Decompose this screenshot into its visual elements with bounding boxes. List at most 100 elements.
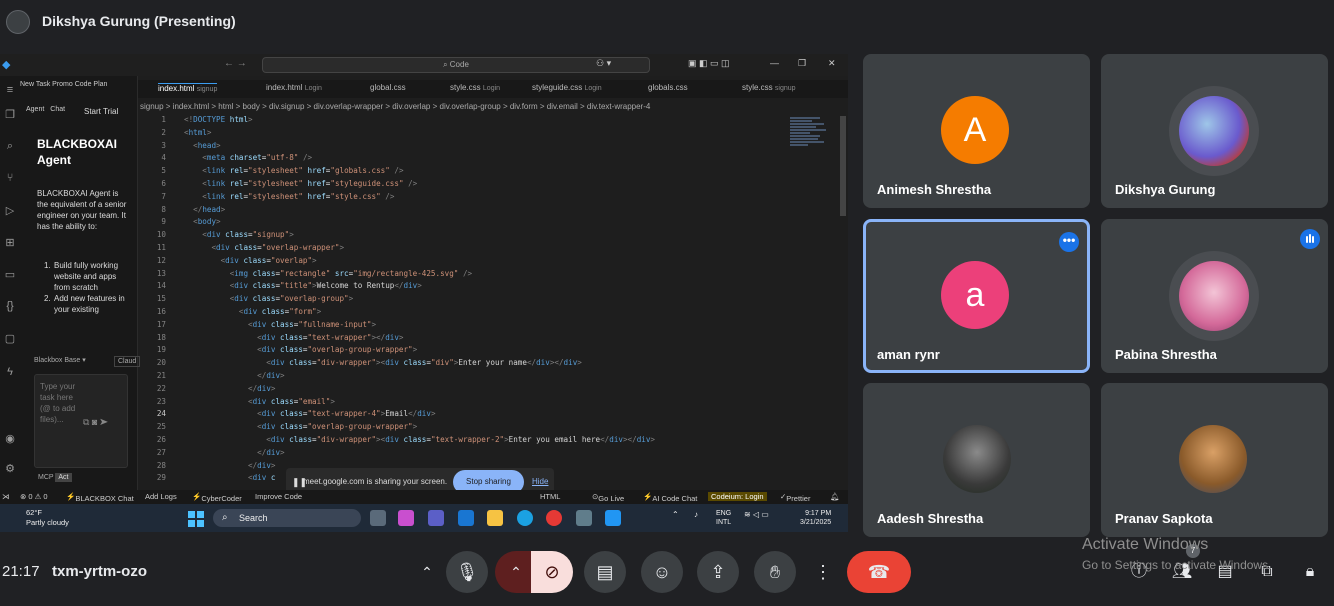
weather-widget: 62°F Partly cloudy: [6, 508, 69, 528]
meeting-code: txm-yrtm-ozo: [52, 563, 148, 580]
initial-avatar: a: [941, 261, 1009, 329]
system-clock: 9:17 PM 3/21/2025: [800, 509, 831, 527]
agent-description: BLACKBOXAI Agent is the equivalent of a …: [37, 189, 127, 231]
editor-tab-label: globals.css: [648, 83, 688, 92]
raise-hand-button[interactable]: ✋︎: [754, 551, 796, 593]
code-line: 21 </div>: [156, 371, 285, 380]
avatar: [1179, 425, 1247, 493]
participant-name: Dikshya Gurung: [1115, 182, 1216, 197]
editor-tab-sub: Login: [482, 85, 501, 92]
participant-tile[interactable]: A Animesh Shrestha: [863, 54, 1090, 208]
editor-tab: global.css: [370, 83, 406, 92]
nav-arrows-icon: ← →: [224, 58, 247, 69]
restore-icon: ❐: [798, 58, 807, 68]
language-mode: HTML: [540, 492, 561, 501]
mic-tray-icon: ♪: [694, 510, 698, 519]
extensions-icon: ⊞: [5, 237, 15, 249]
participant-tile[interactable]: Pranav Sapkota: [1101, 383, 1328, 537]
captions-button[interactable]: ▤: [584, 551, 626, 593]
editor-tab-label: styleguide.css: [532, 83, 583, 92]
windows-taskbar: 62°F Partly cloudy ⌕ Search ⌃ ♪ ENG INTL …: [0, 504, 848, 532]
go-live-label: Go Live: [598, 494, 625, 503]
copilot-app-icon: [398, 510, 414, 526]
code-line: 7 <link rel="stylesheet" href="style.css…: [161, 191, 395, 201]
chrome-icon: [546, 510, 562, 526]
run-debug-icon: ▷: [5, 205, 15, 217]
participant-tile[interactable]: Dikshya Gurung: [1101, 54, 1328, 208]
task-input-placeholder: Type your task here (@ to add files)...: [40, 382, 76, 424]
vscode-app-icon: [605, 510, 621, 526]
avatar: [1179, 96, 1249, 166]
present-screen-button[interactable]: ⇪: [697, 551, 739, 593]
codeium-status: Codeium: Login: [708, 492, 767, 501]
camera-off-button[interactable]: ⊘: [531, 551, 573, 593]
list-text: Build fully working website and apps fro…: [54, 261, 119, 292]
activity-bar: ≡ ❐ ⌕ ⑂ ▷ ⊞ ▭ {} ▢ ϟ ◉ ⚙: [0, 76, 20, 490]
mail-icon: [458, 510, 474, 526]
list-text: Add new features in your existing: [54, 294, 125, 314]
agent-tab: Agent: [26, 106, 45, 113]
code-line: 13 <img class="rectangle" src="img/recta…: [156, 268, 473, 278]
code-line: 2 <html>: [161, 127, 212, 137]
participant-tile[interactable]: Aadesh Shrestha: [863, 383, 1090, 537]
code-line: 19 <div class="overlap-group-wrapper">: [156, 345, 418, 355]
participant-tile[interactable]: ••• a aman rynr: [863, 219, 1090, 373]
participant-tile[interactable]: Pabina Shrestha: [1101, 219, 1328, 373]
layout-icons: ▣ ◧ ▭ ◫: [688, 58, 730, 68]
command-search-label: Code: [449, 60, 469, 69]
lang-line-2: INTL: [716, 519, 732, 526]
mic-button[interactable]: 🎙︎: [446, 551, 488, 593]
code-line: 25 <div class="overlap-group-wrapper">: [156, 422, 418, 432]
participant-name: Pranav Sapkota: [1115, 511, 1213, 526]
share-message: meet.google.com is sharing your screen.: [303, 477, 448, 486]
editor-tab: style.css Login: [450, 83, 500, 92]
agent-task-input: Type your task here (@ to add files)... …: [34, 374, 128, 468]
code-line: 12 <div class="overlap">: [156, 255, 317, 265]
list-item: 2. Add new features in your existing: [44, 293, 126, 315]
emoji-reactions-button[interactable]: ☺: [641, 551, 683, 593]
cybercoder-label: CyberCoder: [201, 494, 242, 503]
code-line: 8 </head>: [161, 204, 226, 214]
close-icon: ✕: [828, 58, 836, 68]
edge-icon: [517, 510, 533, 526]
avatar: [943, 425, 1011, 493]
weather-text: Partly cloudy: [26, 518, 69, 527]
search-icon: ⌕: [222, 512, 228, 523]
hide-link[interactable]: Hide: [532, 477, 548, 486]
code-line: 16 <div class="form">: [156, 307, 322, 316]
prettier-label: Prettier: [786, 494, 811, 503]
list-item: 1. Build fully working website and apps f…: [44, 260, 126, 293]
code-line: 17 <div class="fullname-input">: [156, 319, 377, 329]
leave-call-button[interactable]: ☎︎: [847, 551, 911, 593]
activate-windows-watermark: Activate Windows Go to Settings to activ…: [1082, 536, 1271, 572]
host-controls-icon[interactable]: 🔒︎: [1299, 561, 1321, 583]
more-options-icon[interactable]: •••: [1059, 232, 1079, 252]
menu-icon: ≡: [6, 84, 14, 96]
chat-tab: Chat: [50, 106, 66, 113]
account-icon: ◉: [5, 433, 15, 445]
copilot-icon: ⚇ ▾: [596, 58, 612, 68]
audio-options-chevron-icon[interactable]: ⌃: [412, 551, 442, 593]
blackbox-chat-label: BLACKBOX Chat: [75, 494, 134, 503]
meeting-time: 21:17: [2, 563, 40, 580]
side-tabs: New Task Promo Code Plan: [20, 81, 108, 88]
list-number: 1.: [44, 261, 51, 270]
code-line: 18 <div class="text-wrapper"></div>: [156, 332, 404, 342]
code-line: 9 <body>: [161, 217, 221, 227]
more-options-button[interactable]: ⋮: [805, 551, 841, 593]
clock-time: 9:17 PM: [805, 510, 832, 517]
act-label: Act: [55, 473, 72, 482]
vscode-status-bar: ⋊ ⊗ 0 ⚠ 0 ⚡ BLACKBOX Chat Add Logs ⚡ Cyb…: [0, 490, 848, 504]
model-select-label: Blackbox Base: [34, 357, 81, 364]
avatar: [1179, 261, 1249, 331]
code-line: 5 <link rel="stylesheet" href="globals.c…: [161, 166, 404, 176]
command-search: ⌕ Code: [262, 57, 650, 73]
add-logs: Add Logs: [145, 492, 177, 501]
initial-avatar: A: [941, 96, 1009, 164]
problems-count: ⊗ 0 ⚠ 0: [20, 492, 48, 501]
teams-icon: [428, 510, 444, 526]
bolt-icon: ϟ: [7, 366, 13, 378]
settings-gear-icon: ⚙: [5, 463, 15, 475]
chat-icon: ▢: [4, 333, 16, 345]
meeting-header: Dikshya Gurung (Presenting): [0, 0, 1334, 44]
